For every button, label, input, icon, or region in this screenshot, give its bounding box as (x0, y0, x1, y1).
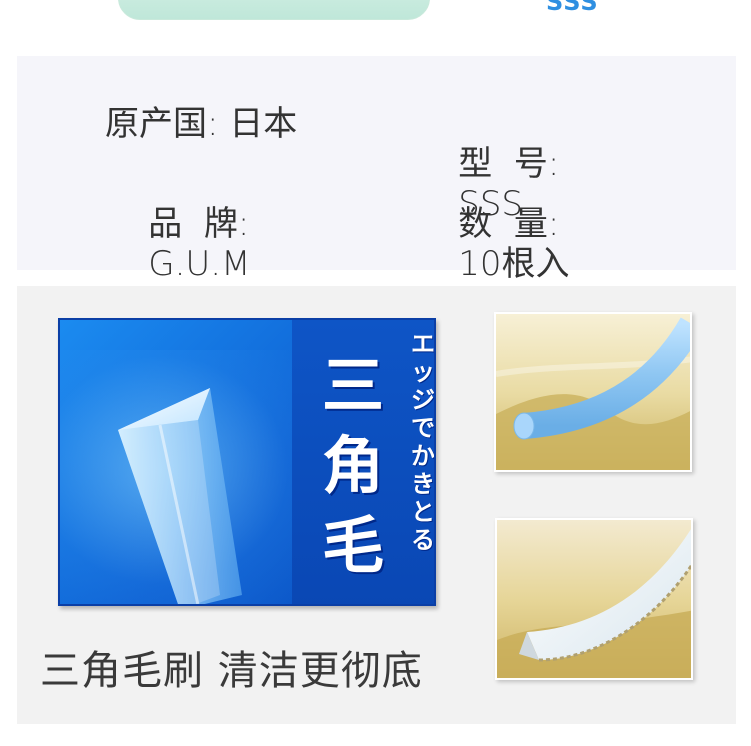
product-mint-shape (118, 0, 430, 20)
triangle-bristle-photo-icon (497, 520, 691, 678)
spec-origin-label: 原产国: (105, 104, 219, 144)
spec-quantity-label: 数 量: (458, 204, 560, 244)
feature-caption: 三角毛刷 清洁更彻底 (40, 648, 423, 694)
spec-origin: 原产国: 日本 (105, 104, 297, 144)
spec-brand-value: G.U.M (148, 244, 251, 284)
top-strip: SSS (0, 0, 751, 56)
model-sss-label: SSS (546, 0, 599, 16)
spec-quantity-value: 10根入 (458, 244, 570, 284)
spec-brand-label: 品 牌: (148, 204, 250, 244)
round-bristle-illustration-icon (496, 314, 690, 470)
tagline-small: エッジでかきとる (411, 330, 435, 554)
triangle-bristle-photo (495, 518, 693, 680)
triangle-bristle-card: 三角毛 エッジでかきとる (58, 318, 436, 606)
feature-panel: 三角毛 エッジでかきとる 三角毛刷 清洁更彻底 (17, 286, 736, 724)
round-bristle-photo (494, 312, 692, 472)
tagline-big: 三角毛 (321, 349, 384, 582)
specs-panel: 原产国: 日本 型 号: SSS 品 牌: G.U.M 数 量: 10根入 (17, 56, 736, 284)
spec-origin-value: 日本 (229, 104, 298, 144)
triangle-bristle-illustration-icon (118, 388, 242, 604)
